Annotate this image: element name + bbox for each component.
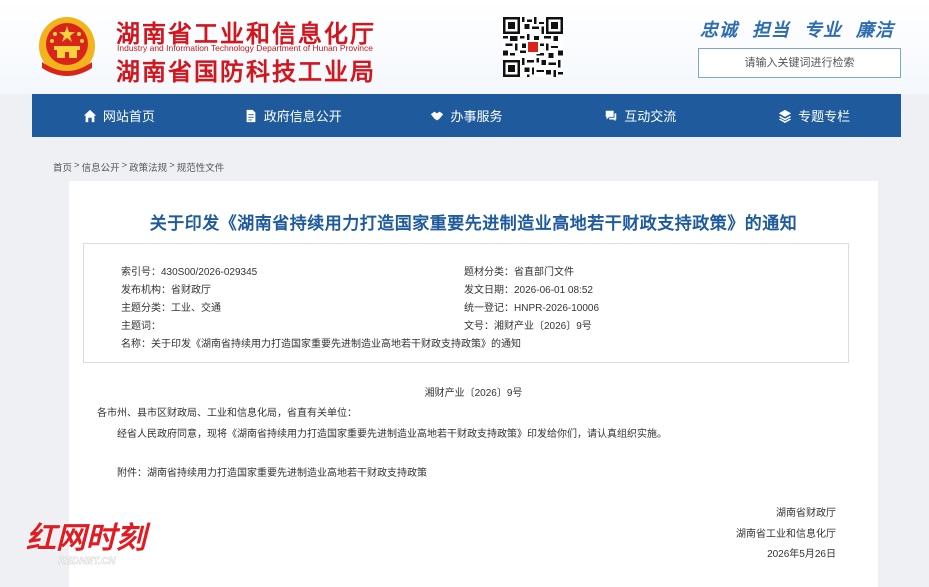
metadata-table: 索引号：430S00/2026-029345 题材分类：省直部门文件 发布机构：… bbox=[83, 243, 849, 363]
qr-code-icon bbox=[503, 17, 563, 77]
body-paragraph: 经省人民政府同意，现将《湖南省持续用力打造国家重要先进制造业高地若干财政支持政策… bbox=[117, 429, 667, 440]
meta-name: 名称：关于印发《湖南省持续用力打造国家重要先进制造业高地若干财政支持政策》的通知 bbox=[121, 339, 521, 350]
meta-keywords: 主题词： bbox=[121, 321, 161, 332]
nav-item-topics[interactable]: 专题专栏 bbox=[727, 94, 901, 137]
slogan-word: 忠诚 bbox=[700, 20, 738, 41]
meta-topic: 题材分类：省直部门文件 bbox=[464, 267, 574, 278]
breadcrumb-separator: > bbox=[121, 160, 128, 171]
search-input[interactable] bbox=[699, 49, 900, 77]
nav-item-label: 专题专栏 bbox=[798, 109, 851, 124]
breadcrumb-separator: > bbox=[169, 160, 175, 171]
nav-item-interaction[interactable]: 互动交流 bbox=[553, 94, 727, 137]
breadcrumb-item[interactable]: 政策法规 bbox=[129, 160, 167, 174]
meta-index-no: 索引号：430S00/2026-029345 bbox=[121, 267, 258, 278]
breadcrumb-item[interactable]: 信息公开 bbox=[82, 160, 120, 174]
nav-item-label: 互动交流 bbox=[624, 109, 677, 124]
nav-item-label: 政府信息公开 bbox=[263, 109, 342, 124]
handshake-icon bbox=[431, 111, 444, 120]
document-icon bbox=[246, 109, 256, 122]
meta-publisher: 发布机构：省财政厅 bbox=[121, 285, 211, 296]
slogan-word: 专业 bbox=[804, 20, 842, 41]
breadcrumb-item[interactable]: 首页 bbox=[53, 160, 72, 174]
document-number: 湘财产业〔2026〕9号 bbox=[424, 388, 523, 399]
search-box[interactable] bbox=[698, 48, 901, 78]
chat-icon bbox=[606, 110, 617, 121]
article-container: 关于印发《湖南省持续用力打造国家重要先进制造业高地若干财政支持政策》的通知 索引… bbox=[69, 181, 878, 587]
signature-date: 2026年5月26日 bbox=[767, 549, 836, 560]
meta-subject: 主题分类：工业、交通 bbox=[121, 303, 221, 314]
breadcrumb: 首页 > 信息公开 > 政策法规 > 规范性文件 bbox=[53, 160, 224, 174]
org-name-cn-secondary[interactable]: 湖南省国防科技工业局 bbox=[116, 52, 376, 87]
watermark-sub: REDNET.CN bbox=[58, 556, 116, 567]
article-title: 关于印发《湖南省持续用力打造国家重要先进制造业高地若干财政支持政策》的通知 bbox=[149, 214, 798, 234]
nav-item-services[interactable]: 办事服务 bbox=[380, 94, 554, 137]
layers-icon bbox=[778, 109, 792, 123]
meta-pub-date: 发文日期：2026-06-01 08:52 bbox=[464, 285, 593, 296]
attachment-link[interactable]: 附件：湖南省持续用力打造国家重要先进制造业高地若干财政支持政策 bbox=[117, 464, 427, 479]
signature-finance: 湖南省财政厅 bbox=[776, 508, 836, 519]
watermark-text: 红网时刻 bbox=[26, 521, 151, 556]
signature-industry: 湖南省工业和信息化厅 bbox=[736, 529, 836, 540]
recipients: 各市州、县市区财政局、工业和信息化局，省直有关单位： bbox=[97, 408, 357, 419]
rednet-watermark-logo: 红网时刻 REDNET.CN bbox=[25, 520, 151, 567]
nav-item-label: 网站首页 bbox=[102, 109, 155, 124]
nav-item-gov-info[interactable]: 政府信息公开 bbox=[206, 94, 380, 137]
national-emblem-icon[interactable] bbox=[38, 16, 96, 78]
nav-item-label: 办事服务 bbox=[450, 109, 503, 124]
home-icon bbox=[83, 109, 97, 122]
slogan: 忠诚 担当 专业 廉洁 bbox=[700, 16, 894, 42]
main-nav: 网站首页 政府信息公开 办事服务 互动交流 专题专栏 bbox=[32, 94, 901, 137]
nav-item-home[interactable]: 网站首页 bbox=[32, 94, 206, 137]
site-header: 湖南省工业和信息化厅 Industry and Information Tech… bbox=[0, 0, 929, 94]
breadcrumb-separator: > bbox=[74, 160, 80, 171]
breadcrumb-item[interactable]: 规范性文件 bbox=[177, 160, 225, 174]
slogan-word: 担当 bbox=[752, 20, 790, 41]
slogan-word: 廉洁 bbox=[856, 20, 894, 41]
meta-unified-no: 统一登记：HNPR-2026-10006 bbox=[464, 303, 600, 314]
meta-doc-no: 文号：湘财产业〔2026〕9号 bbox=[464, 321, 592, 332]
